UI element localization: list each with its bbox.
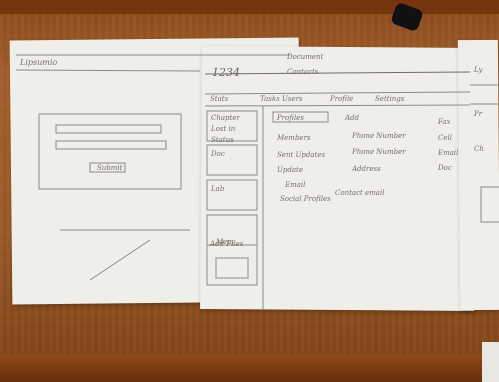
col2-5: Social Profiles [280,195,331,203]
col3-4: Contact email [335,189,385,197]
right-edge-1: Pr [474,110,483,118]
sidebar-image-box [215,257,249,279]
center-menu-item-2: Profile [330,95,354,103]
col3-1: Phone Number [352,132,406,140]
col3-0: Add [345,114,360,122]
col4-1: Cell [438,134,452,142]
center-menu-item-0: Stats [210,95,229,103]
center-footer-text: Add Files [210,240,244,248]
right-edge-0: Ly [474,66,483,74]
col3-3: Address [352,165,381,173]
photo-scene: Lipsumio Submit 1234 Document Contacts S… [0,0,499,382]
left-header-line [15,69,201,72]
col4-0: Fax [438,118,451,126]
center-menu-item-1: Tasks Users [260,95,303,103]
col1-0: Chapter [211,114,240,122]
col2-2: Sent Updates [277,151,326,159]
center-sub-2: Contacts [287,68,319,76]
col2-4: Email [285,181,306,189]
wireframe-sketch [15,54,499,310]
col4-2: Email [438,149,459,157]
right-edge-2: Ch [474,145,484,153]
col3-2: Phone Number [352,148,406,156]
center-title-text: 1234 [212,66,240,79]
left-diagonal-strokes [60,229,190,281]
col2-0: Profiles [277,114,304,122]
col1-2: Status [211,136,234,144]
col1-1: Lost in [211,125,236,133]
left-dialog-button-text: Submit [97,164,123,172]
left-dialog-field-1 [55,124,162,134]
center-menu-line [204,91,471,95]
left-header-text: Lipsumio [20,58,58,67]
center-top-divider [204,71,471,75]
sidebar-card-5 [206,244,258,286]
center-menu-item-3: Settings [375,95,405,103]
left-dialog-field-2 [55,140,167,150]
center-menu-bottom-line [204,104,471,107]
col4-3: Doc [438,164,452,172]
col2-1: Members [277,134,311,142]
center-sub-1: Document [287,53,324,61]
col2-3: Update [277,166,303,174]
col1-3: Doc [211,150,225,158]
col1-4: Lab [211,185,225,193]
right-sketch-box [480,186,499,223]
